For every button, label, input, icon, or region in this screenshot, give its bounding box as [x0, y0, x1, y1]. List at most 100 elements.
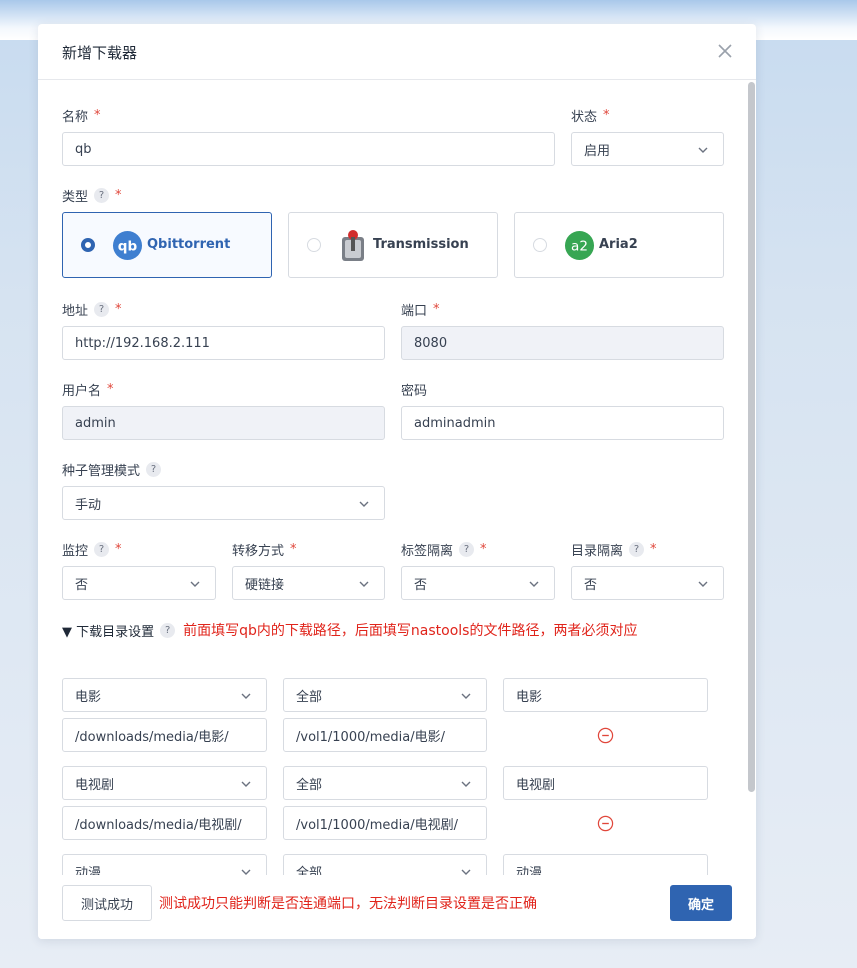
- type-option-qbittorrent[interactable]: qb Qbittorrent: [62, 212, 272, 278]
- help-icon[interactable]: ?: [94, 188, 110, 203]
- monitor-value: 否: [75, 577, 89, 593]
- chevron-down-icon: [461, 693, 471, 699]
- dir-type-select[interactable]: 电影: [62, 678, 267, 712]
- port-input[interactable]: 8080: [401, 326, 724, 360]
- password-input[interactable]: adminadmin: [401, 406, 724, 440]
- chevron-down-icon: [461, 869, 471, 875]
- chevron-down-icon: [190, 581, 200, 587]
- port-label: 端口 *: [401, 302, 440, 319]
- help-icon[interactable]: ?: [94, 542, 110, 557]
- test-button[interactable]: 测试成功: [62, 885, 152, 921]
- help-icon[interactable]: ?: [459, 542, 475, 557]
- dir-isolation-value: 否: [584, 577, 598, 593]
- status-value: 启用: [584, 143, 611, 159]
- name-value: qb: [75, 141, 92, 157]
- dialog-header: 新增下载器: [38, 24, 756, 80]
- scrollbar-thumb[interactable]: [748, 82, 755, 792]
- dir-download-path-value: /downloads/media/电影/: [75, 729, 229, 745]
- svg-text:qb: qb: [118, 238, 138, 254]
- dir-label-value: 动漫: [516, 865, 543, 876]
- type-option-name: Qbittorrent: [147, 237, 231, 252]
- dir-isolation-label: 目录隔离? *: [571, 542, 657, 559]
- chevron-down-icon: [529, 581, 539, 587]
- dir-label-input[interactable]: 电影: [503, 678, 708, 712]
- monitor-label: 监控? *: [62, 542, 122, 559]
- password-label: 密码: [401, 384, 428, 399]
- transfer-label: 转移方式 *: [232, 542, 297, 559]
- dir-type-select[interactable]: 电视剧: [62, 766, 267, 800]
- torrent-mode-select[interactable]: 手动: [62, 486, 385, 520]
- tag-isolation-select[interactable]: 否: [401, 566, 555, 600]
- torrent-mode-label: 种子管理模式?: [62, 460, 162, 479]
- close-icon[interactable]: [714, 40, 736, 62]
- transfer-value: 硬链接: [245, 577, 285, 593]
- dir-local-path-input[interactable]: /vol1/1000/media/电影/: [283, 718, 487, 752]
- port-value: 8080: [414, 335, 448, 351]
- type-label: 类型? *: [62, 188, 122, 205]
- dir-type-value: 动漫: [75, 865, 102, 876]
- dir-label-input[interactable]: 电视剧: [503, 766, 708, 800]
- dir-download-path-input[interactable]: /downloads/media/电影/: [62, 718, 267, 752]
- dir-scope-select[interactable]: 全部: [283, 854, 487, 875]
- dir-scope-select[interactable]: 全部: [283, 766, 487, 800]
- help-icon[interactable]: ?: [160, 622, 176, 638]
- add-downloader-dialog: 新增下载器 名称 * qb 状态 * 启用 类型? * qb Qbittorre…: [38, 24, 756, 939]
- tag-isolation-label: 标签隔离? *: [401, 542, 487, 559]
- download-dirs-toggle[interactable]: ▼ 下载目录设置? 前面填写qb内的下载路径，后面填写nastools的文件路径…: [62, 620, 637, 640]
- torrent-mode-value: 手动: [75, 497, 102, 513]
- chevron-down-icon: [359, 581, 369, 587]
- dir-isolation-select[interactable]: 否: [571, 566, 724, 600]
- address-input[interactable]: http://192.168.2.111: [62, 326, 385, 360]
- dir-local-path-value: /vol1/1000/media/电视剧/: [296, 817, 459, 833]
- test-hint: 测试成功只能判断是否连通端口，无法判断目录设置是否正确: [159, 896, 537, 912]
- status-label: 状态 *: [571, 108, 610, 125]
- dialog-footer: 测试成功 测试成功只能判断是否连通端口，无法判断目录设置是否正确 确定: [38, 875, 756, 939]
- dir-local-path-value: /vol1/1000/media/电影/: [296, 729, 446, 745]
- dir-type-value: 电影: [75, 689, 102, 705]
- dir-label-input[interactable]: 动漫: [503, 854, 708, 875]
- monitor-select[interactable]: 否: [62, 566, 216, 600]
- download-dirs-hint: 前面填写qb内的下载路径，后面填写nastools的文件路径，两者必须对应: [183, 623, 638, 639]
- qb-logo-icon: qb: [112, 230, 143, 261]
- type-option-aria2[interactable]: a2 Aria2: [514, 212, 724, 278]
- dir-label-value: 电影: [516, 689, 543, 705]
- chevron-down-icon: [359, 501, 369, 507]
- dir-type-value: 电视剧: [75, 777, 115, 793]
- remove-row-icon[interactable]: [597, 727, 614, 744]
- chevron-down-icon: [241, 869, 251, 875]
- help-icon[interactable]: ?: [146, 462, 162, 477]
- password-value: adminadmin: [414, 415, 496, 431]
- dir-type-select[interactable]: 动漫: [62, 854, 267, 875]
- username-label: 用户名 *: [62, 382, 114, 399]
- aria2-logo-icon: a2: [564, 230, 595, 261]
- dir-scope-select[interactable]: 全部: [283, 678, 487, 712]
- transmission-logo-icon: [342, 230, 364, 261]
- tag-isolation-value: 否: [414, 577, 428, 593]
- radio-unselected[interactable]: [533, 238, 547, 252]
- help-icon[interactable]: ?: [94, 302, 110, 317]
- name-label: 名称 *: [62, 108, 101, 125]
- help-icon[interactable]: ?: [629, 542, 645, 557]
- status-select[interactable]: 启用: [571, 132, 724, 166]
- type-option-transmission[interactable]: Transmission: [288, 212, 498, 278]
- confirm-button[interactable]: 确定: [670, 885, 732, 921]
- name-input[interactable]: qb: [62, 132, 555, 166]
- radio-unselected[interactable]: [307, 238, 321, 252]
- remove-row-icon[interactable]: [597, 815, 614, 832]
- svg-text:a2: a2: [571, 238, 588, 254]
- transfer-select[interactable]: 硬链接: [232, 566, 385, 600]
- type-option-name: Transmission: [373, 237, 469, 252]
- chevron-down-icon: [698, 147, 708, 153]
- address-value: http://192.168.2.111: [75, 335, 210, 351]
- username-input[interactable]: admin: [62, 406, 385, 440]
- type-option-name: Aria2: [599, 237, 638, 252]
- dir-local-path-input[interactable]: /vol1/1000/media/电视剧/: [283, 806, 487, 840]
- dialog-body[interactable]: 名称 * qb 状态 * 启用 类型? * qb Qbittorrent Tra…: [38, 80, 756, 875]
- dir-label-value: 电视剧: [516, 777, 556, 793]
- username-value: admin: [75, 415, 116, 431]
- chevron-down-icon: [241, 781, 251, 787]
- radio-selected[interactable]: [81, 238, 95, 252]
- dir-download-path-value: /downloads/media/电视剧/: [75, 817, 242, 833]
- dir-download-path-input[interactable]: /downloads/media/电视剧/: [62, 806, 267, 840]
- dir-scope-value: 全部: [296, 689, 323, 705]
